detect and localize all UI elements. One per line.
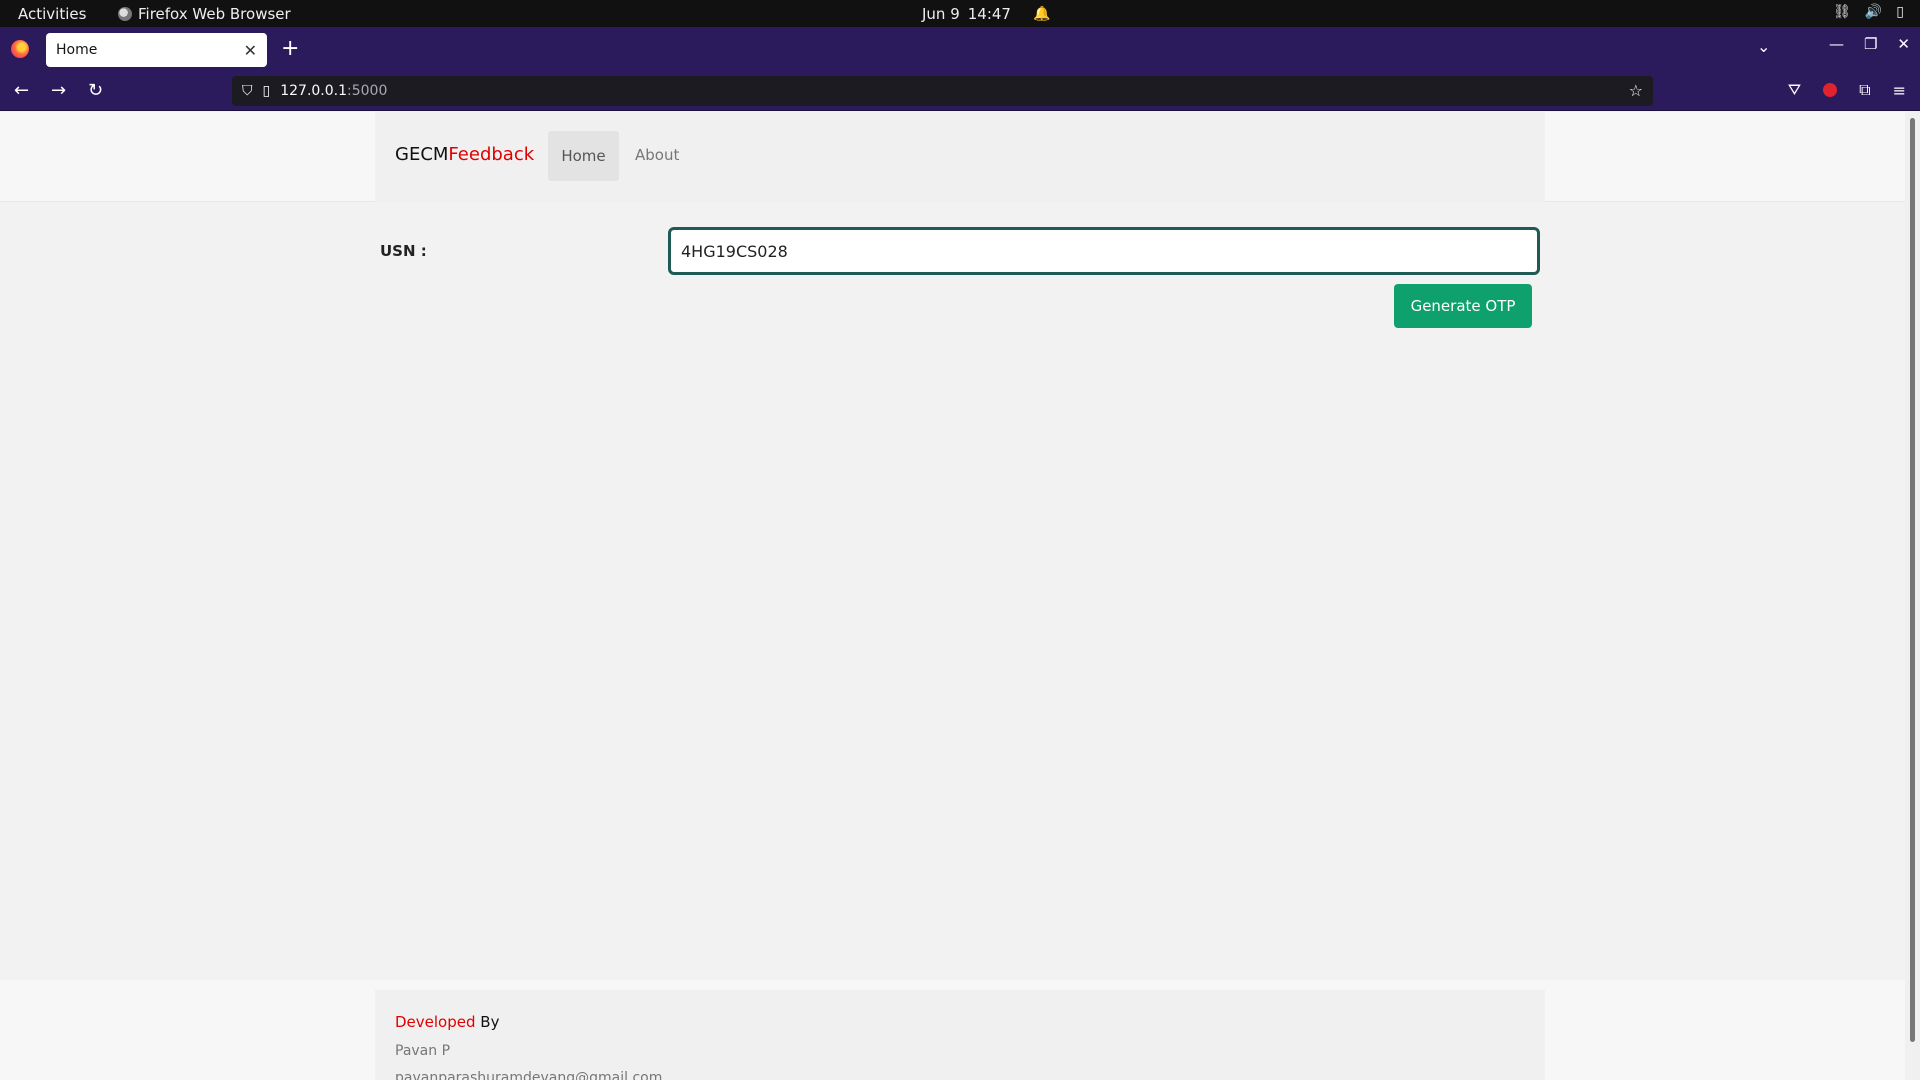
back-arrow-icon[interactable]: ← xyxy=(14,80,29,101)
nav-link-home[interactable]: Home xyxy=(548,131,619,181)
browser-tab-bar: Home ✕ + ⌄ — ❐ ✕ xyxy=(0,27,1920,71)
bookmark-star-icon[interactable]: ☆ xyxy=(1629,81,1643,100)
forward-arrow-icon[interactable]: → xyxy=(51,80,66,101)
restore-icon[interactable]: ❐ xyxy=(1864,35,1877,53)
reload-icon[interactable]: ↻ xyxy=(88,80,103,101)
site-brand[interactable]: GECMFeedback xyxy=(395,144,534,165)
network-icon: ⛓ xyxy=(1833,4,1851,20)
url-port: :5000 xyxy=(347,83,388,99)
url-host: 127.0.0.1 xyxy=(280,83,348,99)
extension-lock-icon[interactable] xyxy=(1823,83,1838,97)
close-tab-icon[interactable]: ✕ xyxy=(244,41,257,60)
minimize-icon[interactable]: — xyxy=(1829,35,1844,53)
developed-accent: Developed xyxy=(395,1013,476,1031)
time: 14:47 xyxy=(967,5,1011,23)
close-window-icon[interactable]: ✕ xyxy=(1897,35,1910,53)
system-top-bar: Activities Firefox Web Browser Jun 9 14:… xyxy=(0,0,1920,27)
date: Jun 9 xyxy=(922,5,960,23)
page-scrollbar[interactable] xyxy=(1905,112,1920,1080)
scrollbar-thumb[interactable] xyxy=(1910,118,1915,1042)
window-controls: — ❐ ✕ xyxy=(1829,35,1910,53)
firefox-icon xyxy=(118,7,132,21)
page-content: GECMFeedback Home About USN : Generate O… xyxy=(0,112,1905,1080)
list-all-tabs-chevron-icon[interactable]: ⌄ xyxy=(1757,37,1770,56)
firefox-logo-icon xyxy=(11,40,29,58)
site-footer: Developed By Pavan P pavanparashuramdeva… xyxy=(0,980,1905,1080)
toolbar-right: ⛛ ⧉ ≡ xyxy=(1788,80,1906,100)
brand-primary: GECM xyxy=(395,144,449,165)
url-bar[interactable]: ⛉ ▯ 127.0.0.1:5000 ☆ xyxy=(232,76,1653,106)
browser-tab-home[interactable]: Home ✕ xyxy=(46,33,267,67)
generate-otp-button[interactable]: Generate OTP xyxy=(1394,284,1532,328)
notification-bell-icon: 🔔 xyxy=(1032,6,1051,22)
tab-title: Home xyxy=(56,42,98,58)
volume-icon: 🔊 xyxy=(1864,4,1883,20)
nav-link-about[interactable]: About xyxy=(635,146,679,164)
footer-inner: Developed By Pavan P pavanparashuramdeva… xyxy=(375,990,1545,1080)
usn-input[interactable] xyxy=(668,227,1540,275)
tracking-shield-icon[interactable]: ⛉ xyxy=(242,83,253,99)
hamburger-menu-icon[interactable]: ≡ xyxy=(1893,81,1906,100)
app-name: Firefox Web Browser xyxy=(138,5,291,23)
browser-nav-bar: ← → ↻ ⛉ ▯ 127.0.0.1:5000 ☆ ⛛ ⧉ ≡ xyxy=(0,71,1920,111)
site-header: GECMFeedback Home About xyxy=(0,112,1905,202)
app-menu[interactable]: Firefox Web Browser xyxy=(118,5,291,23)
activities-button[interactable]: Activities xyxy=(18,5,86,23)
battery-icon: ▯ xyxy=(1896,4,1904,20)
site-navbar: GECMFeedback Home About xyxy=(375,112,1545,202)
page-info-icon[interactable]: ▯ xyxy=(263,83,271,99)
developer-name: Pavan P xyxy=(395,1043,451,1059)
new-tab-button[interactable]: + xyxy=(281,36,299,61)
brand-accent: Feedback xyxy=(448,144,535,165)
url-text: 127.0.0.1:5000 xyxy=(280,83,387,99)
extensions-puzzle-icon[interactable]: ⧉ xyxy=(1859,80,1870,100)
clock[interactable]: Jun 9 14:47 🔔 xyxy=(922,5,1050,23)
developer-email: pavanparashuramdevang@gmail.com xyxy=(395,1070,663,1080)
usn-label: USN : xyxy=(380,242,427,260)
system-tray[interactable]: ⛓ 🔊 ▯ xyxy=(1833,4,1904,20)
developed-rest: By xyxy=(475,1013,500,1031)
developed-by-heading: Developed By xyxy=(395,1013,499,1031)
pocket-icon[interactable]: ⛛ xyxy=(1788,80,1801,100)
